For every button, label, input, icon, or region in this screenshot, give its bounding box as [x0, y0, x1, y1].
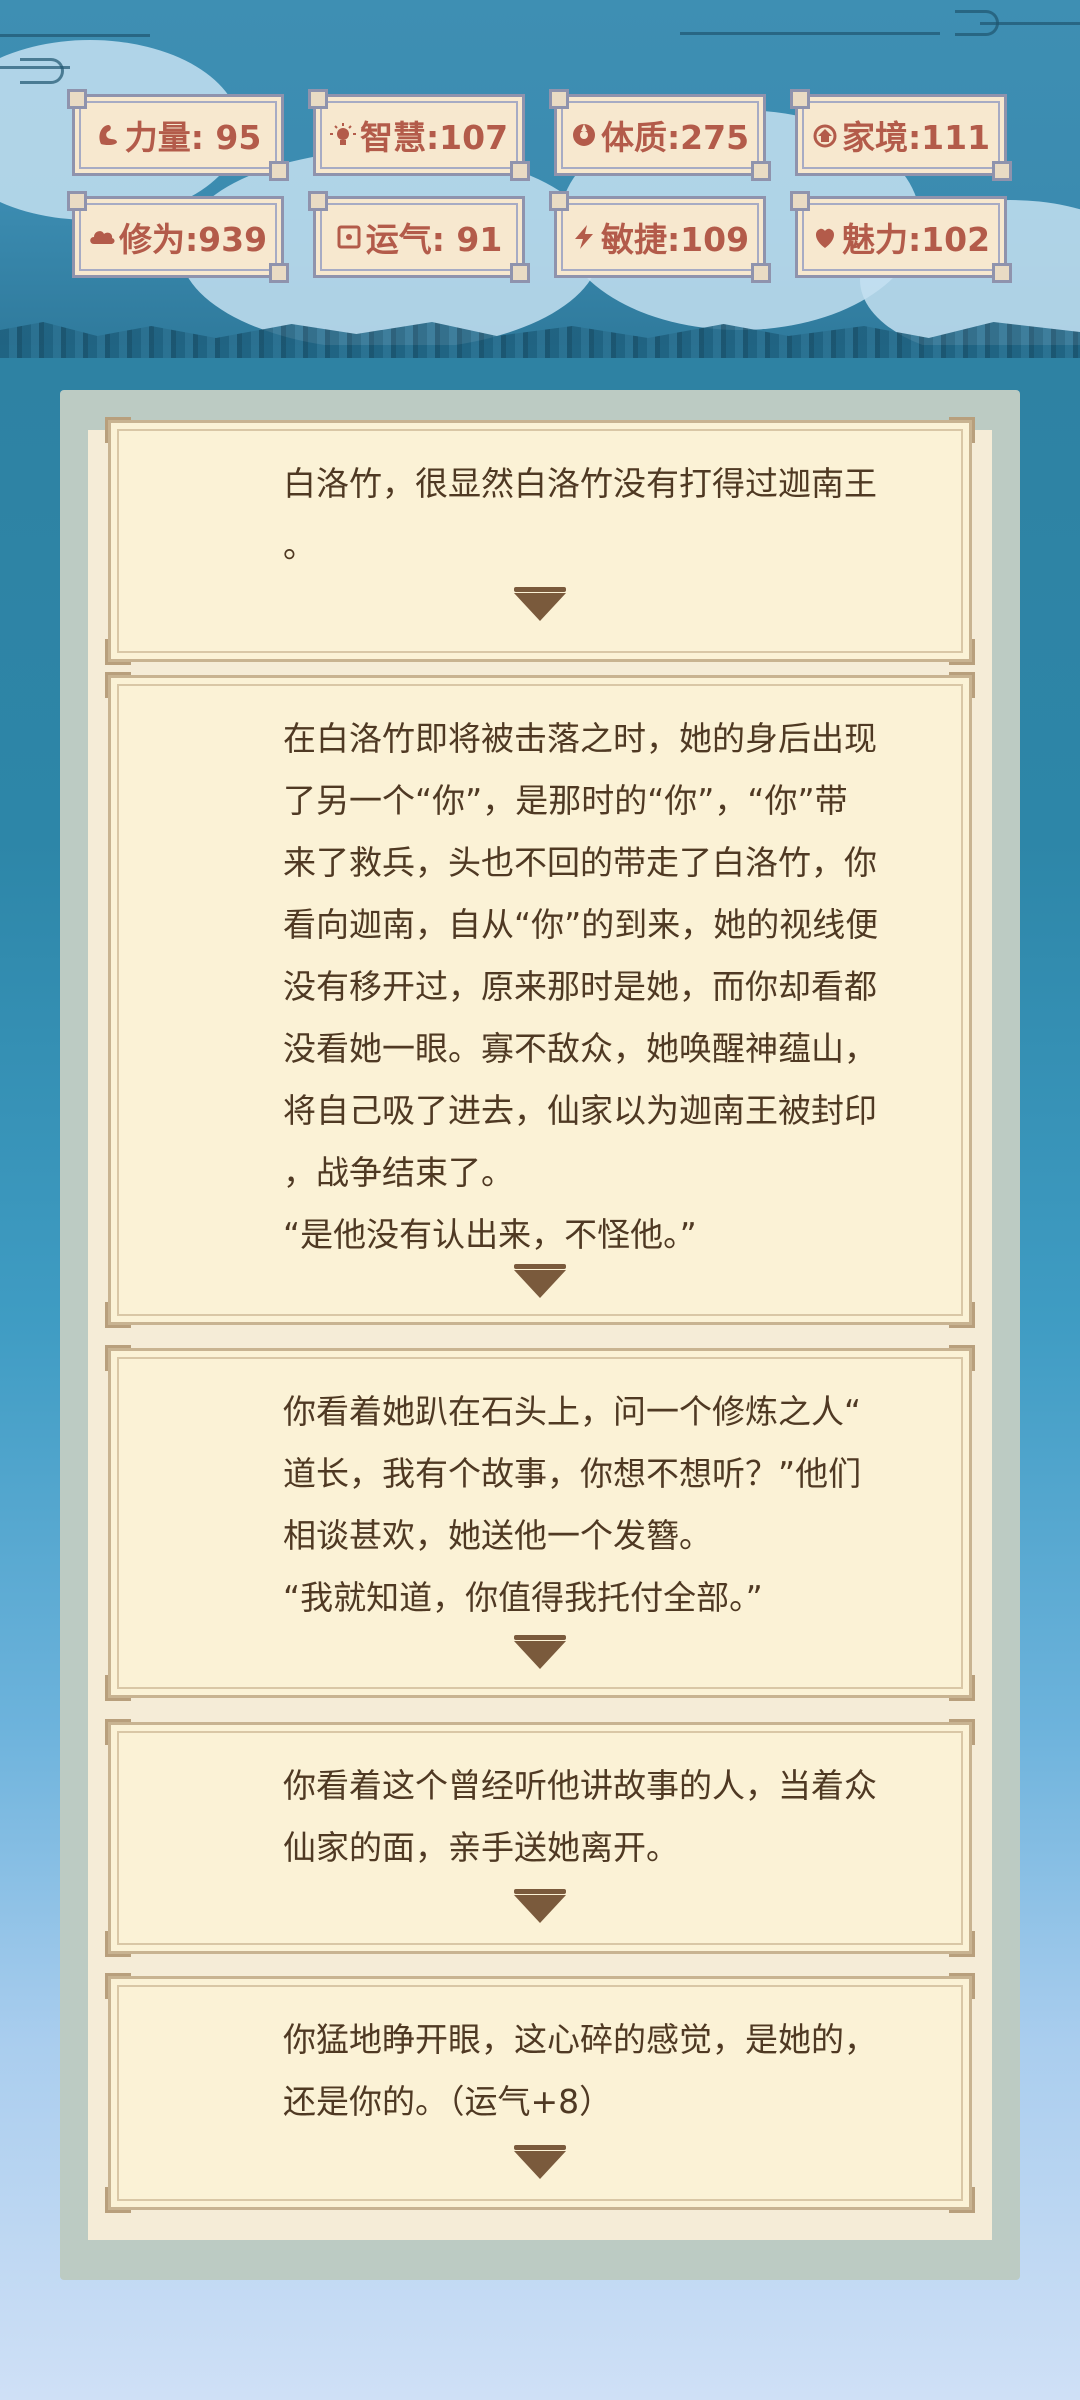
next-arrow-icon[interactable] [514, 2145, 566, 2179]
card-corner-ornament [105, 1675, 131, 1701]
story-text: 你看着这个曾经听他讲故事的人，当着众 仙家的面，亲手送她离开。 [283, 1766, 877, 1867]
card-corner-ornament [105, 1302, 131, 1328]
card-corner-ornament [105, 1973, 131, 1999]
card-corner-ornament [949, 417, 975, 443]
story-card[interactable]: 你猛地睁开眼，这心碎的感觉，是她的， 还是你的。（运气+8） [105, 1973, 975, 2213]
stat-label: 敏捷:109 [600, 220, 750, 259]
swirl-decoration [955, 10, 999, 36]
stat-label: 运气: 91 [365, 220, 503, 259]
card-corner-ornament [105, 639, 131, 665]
stat-badge-luck: 运气: 91 [308, 191, 530, 283]
stat-badge-agility: 敏捷:109 [549, 191, 771, 283]
stat-badge-cultivation: 修为:939 [67, 191, 289, 283]
swirl-decoration [20, 58, 64, 84]
card-corner-ornament [105, 2187, 131, 2213]
decorative-line [680, 32, 940, 35]
card-corner-ornament [105, 1345, 131, 1371]
card-corner-ornament [949, 672, 975, 698]
card-corner-ornament [949, 1675, 975, 1701]
stat-label: 家境:111 [841, 118, 991, 157]
card-corner-ornament [105, 672, 131, 698]
luck-icon [337, 225, 361, 249]
story-card[interactable]: 你看着她趴在石头上，问一个修炼之人“ 道长，我有个故事，你想不想听？”他们 相谈… [105, 1345, 975, 1701]
cloud-icon [90, 231, 115, 244]
story-card[interactable]: 你看着这个曾经听他讲故事的人，当着众 仙家的面，亲手送她离开。 [105, 1719, 975, 1957]
stat-label: 力量: 95 [124, 118, 262, 157]
arm-icon [99, 125, 117, 146]
next-arrow-icon[interactable] [514, 1264, 566, 1298]
story-text: 在白洛竹即将被击落之时，她的身后出现 了另一个“你”，是那时的“你”，“你”带 … [283, 719, 879, 1254]
stat-badge-family: 家境:111 [790, 89, 1012, 181]
card-corner-ornament [949, 2187, 975, 2213]
card-corner-ornament [949, 1719, 975, 1745]
story-card[interactable]: 白洛竹，很显然白洛竹没有打得过迦南王 。 [105, 417, 975, 665]
next-arrow-icon[interactable] [514, 587, 566, 621]
story-text: 白洛竹，很显然白洛竹没有打得过迦南王 。 [283, 464, 877, 565]
stat-label: 体质:275 [600, 118, 750, 157]
card-corner-ornament [105, 417, 131, 443]
card-corner-ornament [105, 1719, 131, 1745]
story-text: 你看着她趴在石头上，问一个修炼之人“ 道长，我有个故事，你想不想听？”他们 相谈… [283, 1392, 862, 1617]
card-corner-ornament [949, 1345, 975, 1371]
stat-badge-constitution: 体质:275 [549, 89, 771, 181]
stat-badge-strength: 力量: 95 [67, 89, 289, 181]
stat-badge-wisdom: 智慧:107 [308, 89, 530, 181]
stat-badge-charm: 魅力:102 [790, 191, 1012, 283]
card-corner-ornament [949, 1302, 975, 1328]
story-card[interactable]: 在白洛竹即将被击落之时，她的身后出现 了另一个“你”，是那时的“你”，“你”带 … [105, 672, 975, 1328]
body-icon [572, 124, 595, 146]
stat-label: 智慧:107 [359, 118, 509, 157]
card-corner-ornament [949, 1931, 975, 1957]
home-icon [813, 124, 837, 148]
bulb-icon [329, 123, 356, 145]
next-arrow-icon[interactable] [514, 1635, 566, 1669]
charm-icon [815, 228, 834, 248]
next-arrow-icon[interactable] [514, 1889, 566, 1923]
lightning-icon [574, 225, 593, 249]
card-corner-ornament [105, 1931, 131, 1957]
card-corner-ornament [949, 1973, 975, 1999]
stat-label: 魅力:102 [841, 220, 991, 259]
decorative-line [0, 34, 150, 37]
card-corner-ornament [949, 639, 975, 665]
stat-label: 修为:939 [118, 220, 268, 259]
story-text: 你猛地睁开眼，这心碎的感觉，是她的， 还是你的。（运气+8） [283, 2020, 877, 2121]
